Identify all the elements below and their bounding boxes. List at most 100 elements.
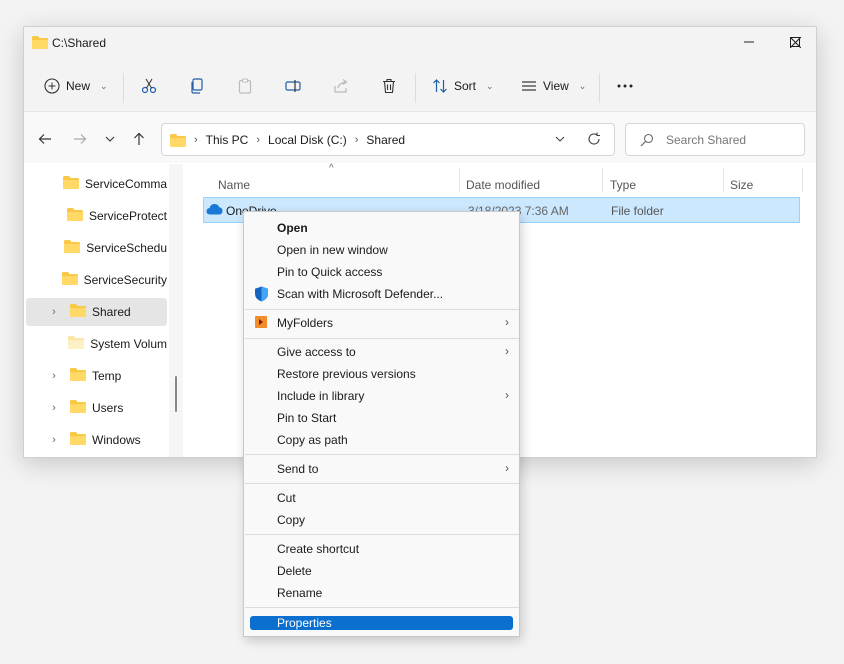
share-button[interactable]: [333, 71, 349, 101]
menu-item-send-to[interactable]: Send to ›: [244, 458, 519, 480]
nav-item-serviceprotect[interactable]: ServiceProtect: [26, 202, 167, 230]
menu-item-restore-versions[interactable]: Restore previous versions: [244, 363, 519, 385]
nav-item-label: System Volum: [90, 337, 167, 351]
more-button[interactable]: [616, 71, 634, 101]
sort-label: Sort: [454, 79, 477, 93]
column-header-size[interactable]: Size: [730, 178, 753, 192]
column-divider[interactable]: [802, 168, 803, 192]
folder-icon: [68, 336, 85, 352]
copy-button[interactable]: [189, 71, 205, 101]
nav-scrollbar[interactable]: [169, 164, 183, 457]
submenu-chevron-icon: ›: [505, 461, 509, 475]
menu-separator: [245, 338, 519, 339]
folder-icon: [70, 368, 86, 384]
toolbar-divider: [599, 73, 600, 103]
address-bar[interactable]: › This PC › Local Disk (C:) › Shared: [161, 123, 615, 156]
refresh-button[interactable]: [587, 132, 601, 149]
menu-item-properties[interactable]: Properties: [250, 616, 513, 630]
address-dropdown-button[interactable]: [554, 133, 566, 148]
menu-item-copy[interactable]: Copy: [244, 509, 519, 531]
paste-button[interactable]: [237, 71, 253, 101]
folder-icon: [170, 133, 186, 147]
breadcrumb-shared[interactable]: Shared: [366, 133, 405, 147]
menu-item-open-new-window[interactable]: Open in new window: [244, 239, 519, 261]
menu-item-open[interactable]: Open: [244, 217, 519, 239]
column-header-name[interactable]: Name: [218, 178, 250, 192]
menu-item-pin-start[interactable]: Pin to Start: [244, 407, 519, 429]
toolbar-divider: [415, 73, 416, 103]
minimize-button[interactable]: [726, 27, 772, 57]
folder-icon: [62, 176, 79, 192]
recent-locations-button[interactable]: [99, 128, 121, 150]
breadcrumb: › This PC › Local Disk (C:) › Shared: [170, 133, 405, 147]
menu-item-create-shortcut[interactable]: Create shortcut: [244, 538, 519, 560]
menu-item-scan-defender[interactable]: Scan with Microsoft Defender...: [244, 283, 519, 305]
chevron-right-icon: ›: [256, 134, 261, 146]
new-button[interactable]: New ⌄: [44, 71, 108, 101]
nav-item-temp[interactable]: › Temp: [26, 362, 167, 390]
menu-item-cut[interactable]: Cut: [244, 487, 519, 509]
folder-icon: [70, 432, 86, 448]
nav-item-system-volume[interactable]: System Volum: [26, 330, 167, 358]
back-button[interactable]: [34, 128, 56, 150]
column-header-type[interactable]: Type: [610, 178, 636, 192]
folder-icon: [61, 272, 78, 288]
menu-item-rename[interactable]: Rename: [244, 582, 519, 604]
cut-button[interactable]: [141, 71, 157, 101]
chevron-down-icon: ⌄: [486, 80, 494, 91]
submenu-chevron-icon: ›: [505, 315, 509, 329]
nav-item-users[interactable]: › Users: [26, 394, 167, 422]
defender-shield-icon: [254, 286, 269, 305]
chevron-right-icon: ›: [354, 134, 359, 146]
nav-item-shared[interactable]: › Shared: [26, 298, 167, 326]
menu-item-myfolders[interactable]: MyFolders ›: [244, 312, 519, 334]
command-bar: New ⌄ Sort ⌄ View ⌄: [24, 59, 816, 111]
onedrive-cloud-icon: [206, 203, 223, 218]
up-button[interactable]: [128, 128, 150, 150]
nav-item-label: Temp: [92, 369, 122, 383]
chevron-right-icon[interactable]: ›: [44, 402, 64, 414]
rename-icon: [285, 80, 301, 92]
chevron-right-icon[interactable]: ›: [44, 434, 64, 446]
menu-item-include-library[interactable]: Include in library ›: [244, 385, 519, 407]
delete-button[interactable]: [381, 71, 397, 101]
arrow-right-icon: [74, 134, 87, 144]
nav-item-label: ServiceProtect: [88, 209, 167, 223]
cut-icon: [141, 78, 157, 94]
close-button[interactable]: [772, 27, 816, 57]
chevron-right-icon[interactable]: ›: [44, 306, 64, 318]
menu-item-delete[interactable]: Delete: [244, 560, 519, 582]
forward-button[interactable]: [69, 128, 91, 150]
more-icon: [617, 84, 633, 88]
menu-item-give-access[interactable]: Give access to ›: [244, 341, 519, 363]
nav-item-windows[interactable]: › Windows: [26, 426, 167, 454]
file-type: File folder: [611, 204, 664, 218]
menu-item-pin-quick-access[interactable]: Pin to Quick access: [244, 261, 519, 283]
nav-item-servicecomma[interactable]: ServiceComma: [26, 170, 167, 198]
nav-item-label: Windows: [92, 433, 141, 447]
breadcrumb-this-pc[interactable]: This PC: [206, 133, 249, 147]
chevron-right-icon[interactable]: ›: [44, 370, 64, 382]
view-button[interactable]: View ⌄: [521, 71, 586, 101]
column-header-date[interactable]: Date modified: [466, 178, 540, 192]
column-divider[interactable]: [723, 168, 724, 192]
column-divider[interactable]: [602, 168, 603, 192]
folder-icon: [64, 240, 81, 256]
menu-separator: [245, 534, 519, 535]
breadcrumb-local-disk[interactable]: Local Disk (C:): [268, 133, 347, 147]
menu-item-copy-as-path[interactable]: Copy as path: [244, 429, 519, 451]
nav-item-servicesecurity[interactable]: ServiceSecurity: [26, 266, 167, 294]
rename-button[interactable]: [285, 71, 301, 101]
menu-separator: [245, 607, 519, 608]
sort-icon: [433, 79, 447, 93]
column-divider[interactable]: [459, 168, 460, 192]
chevron-down-icon: [105, 136, 115, 142]
navigation-pane: ServiceComma ServiceProtect ServiceSched…: [24, 164, 184, 457]
nav-item-serviceschedu[interactable]: ServiceSchedu: [26, 234, 167, 262]
sort-button[interactable]: Sort ⌄: [432, 71, 494, 101]
nav-item-label: Users: [92, 401, 124, 415]
submenu-chevron-icon: ›: [505, 388, 509, 402]
scrollbar-thumb[interactable]: [175, 376, 177, 412]
search-input[interactable]: Search Shared: [625, 123, 805, 156]
paste-icon: [238, 78, 252, 94]
